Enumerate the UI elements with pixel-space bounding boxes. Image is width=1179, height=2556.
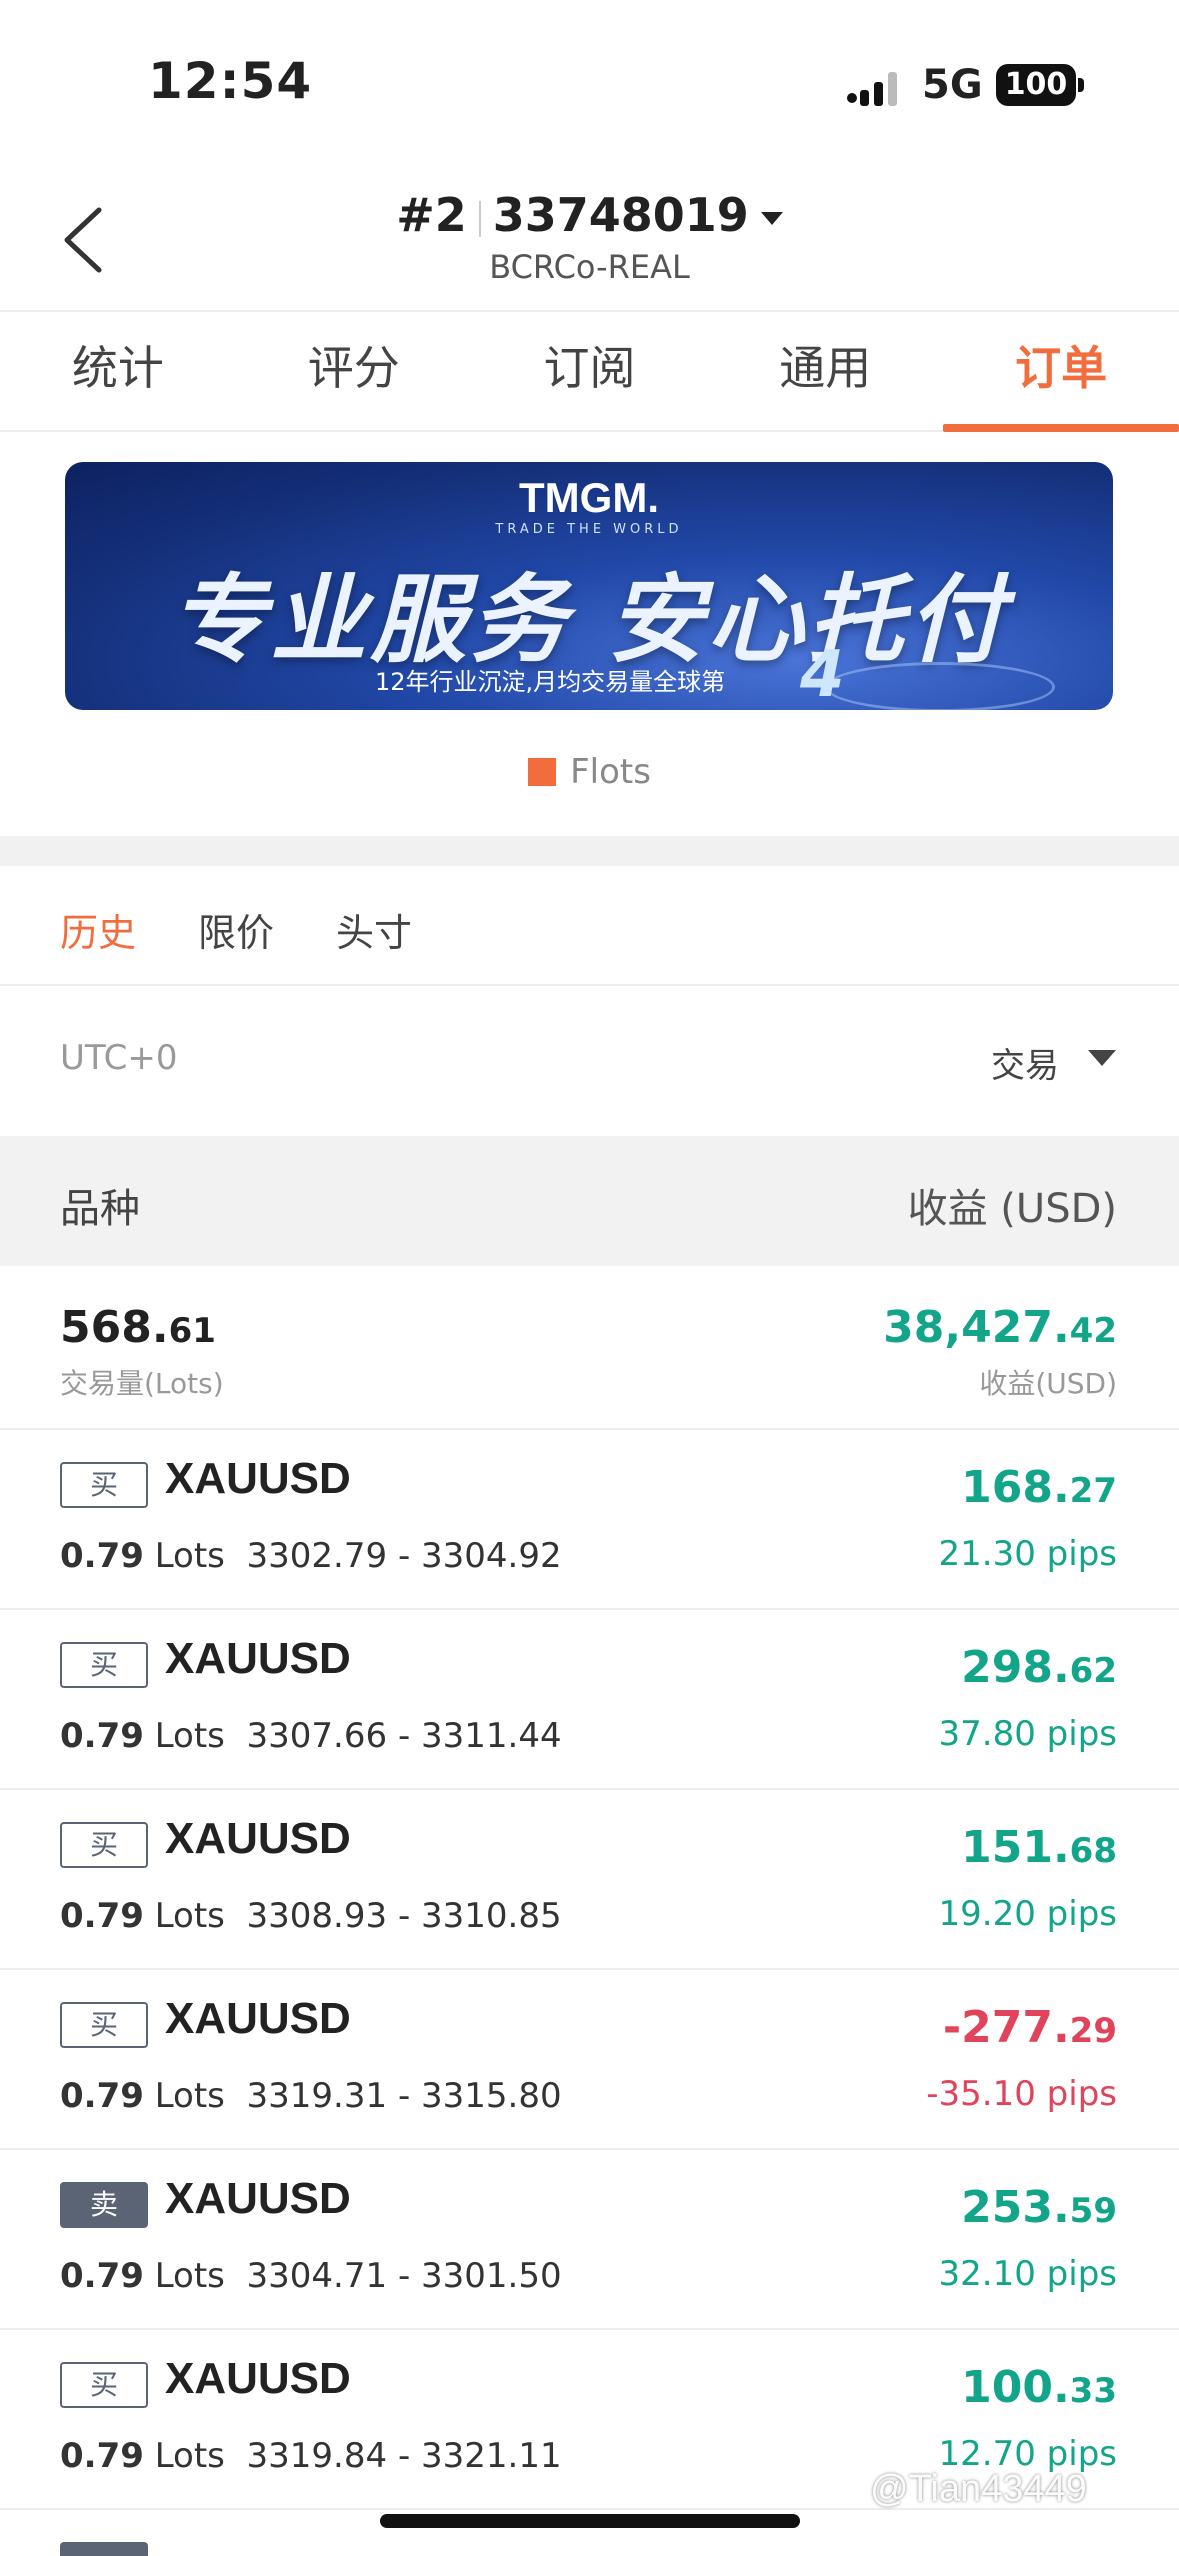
trade-symbol: XAUUSD <box>165 1814 351 1863</box>
trade-details: 0.79 Lots 3302.79 - 3304.92 <box>60 1536 562 1576</box>
tab-rating[interactable]: 评分 <box>236 312 472 430</box>
promo-banner[interactable]: TMGM. TRADE THE WORLD 专业服务 安心托付 12年行业沉淀,… <box>65 462 1113 710</box>
trade-profit: 253.59 <box>961 2182 1117 2233</box>
trade-details: 0.79 Lots 3308.93 - 3310.85 <box>60 1896 562 1936</box>
battery-icon: 100 <box>996 64 1076 106</box>
trade-symbol: XAUUSD <box>165 1994 351 2043</box>
section-divider <box>0 836 1179 866</box>
banner-ring-decoration <box>825 662 1055 710</box>
tab-orders[interactable]: 订单 <box>943 312 1179 432</box>
side-badge: 买 <box>60 1822 148 1868</box>
account-selector[interactable]: #2 33748019 <box>0 188 1179 242</box>
banner-tagline: TRADE THE WORLD <box>495 522 683 537</box>
banner-rank: 4 <box>800 638 845 710</box>
trade-row[interactable]: 买 XAUUSD 0.79 Lots 3319.31 - 3315.80 -27… <box>0 1970 1179 2150</box>
account-prefix: #2 <box>396 188 467 242</box>
trade-profit: -277.29 <box>942 2002 1117 2053</box>
trade-row[interactable]: 买 XAUUSD 0.79 Lots 3302.79 - 3304.92 168… <box>0 1430 1179 1610</box>
server-name: BCRCo-REAL <box>489 248 690 286</box>
order-tab-limit[interactable]: 限价 <box>198 902 274 957</box>
trade-pips: 19.20 pips <box>938 1894 1117 1934</box>
trade-details: 0.79 Lots 3319.84 - 3321.11 <box>60 2436 562 2476</box>
trade-type-dropdown[interactable]: 交易 <box>991 1038 1059 1087</box>
order-tab-history[interactable]: 历史 <box>60 902 136 957</box>
trade-pips: 37.80 pips <box>938 1714 1117 1754</box>
trade-row[interactable]: 买 XAUUSD 0.79 Lots 3307.66 - 3311.44 298… <box>0 1610 1179 1790</box>
trade-symbol: XAUUSD <box>165 2174 351 2223</box>
trade-symbol: XAUUSD <box>165 1454 351 1503</box>
nav-header: #2 33748019 BCRCo-REAL <box>0 170 1179 312</box>
watermark-text: @Tian43449 <box>870 2468 1087 2510</box>
trade-profit: 168.27 <box>961 1462 1117 1513</box>
tab-subscribe[interactable]: 订阅 <box>472 312 708 430</box>
trade-details: 0.79 Lots 3319.31 - 3315.80 <box>60 2076 562 2116</box>
column-profit: 收益 (USD) <box>907 1186 1117 1232</box>
filter-row: UTC+0 交易 <box>0 986 1179 1136</box>
tab-stats[interactable]: 统计 <box>0 312 236 430</box>
side-badge: 卖 <box>60 2182 148 2228</box>
banner-logo: TMGM. <box>519 474 659 521</box>
account-number: 33748019 <box>492 188 749 242</box>
main-tabs: 统计 评分 订阅 通用 订单 <box>0 312 1179 432</box>
trade-row[interactable]: 买 XAUUSD 0.79 Lots 3308.93 - 3310.85 151… <box>0 1790 1179 1970</box>
total-volume: 568.61 <box>60 1302 216 1353</box>
trade-details: 0.79 Lots 3307.66 - 3311.44 <box>60 1716 562 1756</box>
total-volume-label: 交易量(Lots) <box>60 1367 224 1400</box>
trade-pips: 32.10 pips <box>938 2254 1117 2294</box>
trade-profit: 100.33 <box>961 2362 1117 2413</box>
dropdown-arrow-icon[interactable] <box>1088 1050 1116 1066</box>
caret-down-icon <box>760 212 783 225</box>
table-header: 品种 收益 (USD) <box>0 1136 1179 1266</box>
tab-general[interactable]: 通用 <box>707 312 943 430</box>
side-badge: 买 <box>60 2362 148 2408</box>
total-profit-label: 收益(USD) <box>979 1367 1117 1400</box>
chart-legend: Flots <box>0 752 1179 792</box>
side-badge: 买 <box>60 1642 148 1688</box>
trade-pips: 21.30 pips <box>938 1534 1117 1574</box>
trade-details: 0.79 Lots 3304.71 - 3301.50 <box>60 2256 562 2296</box>
title-separator <box>478 200 481 237</box>
side-badge: 买 <box>60 2002 148 2048</box>
trade-profit: 151.68 <box>961 1822 1117 1873</box>
total-profit: 38,427.42 <box>883 1302 1117 1353</box>
home-indicator[interactable] <box>380 2514 800 2528</box>
battery-tip <box>1078 78 1084 92</box>
status-time: 12:54 <box>148 52 313 110</box>
legend-label: Flots <box>570 752 651 792</box>
order-tabs: 历史 限价 头寸 <box>0 866 1179 986</box>
next-row-badge <box>60 2542 148 2556</box>
status-bar: 12:54 5G 100 <box>0 0 1179 170</box>
order-tab-positions[interactable]: 头寸 <box>336 902 412 957</box>
trade-profit: 298.62 <box>961 1642 1117 1693</box>
column-symbol: 品种 <box>60 1186 140 1232</box>
banner-headline: 专业服务 安心托付 <box>170 564 1008 676</box>
timezone-label: UTC+0 <box>60 1038 178 1078</box>
signal-icon <box>847 72 897 106</box>
trade-symbol: XAUUSD <box>165 1634 351 1683</box>
summary-row: 568.61 交易量(Lots) 38,427.42 收益(USD) <box>0 1266 1179 1430</box>
trade-row[interactable]: 卖 XAUUSD 0.79 Lots 3304.71 - 3301.50 253… <box>0 2150 1179 2330</box>
network-type: 5G <box>922 62 983 108</box>
trade-symbol: XAUUSD <box>165 2354 351 2403</box>
legend-swatch <box>528 758 557 786</box>
banner-subline: 12年行业沉淀,月均交易量全球第 <box>375 668 726 696</box>
trade-pips: -35.10 pips <box>926 2074 1117 2114</box>
side-badge: 买 <box>60 1462 148 1508</box>
